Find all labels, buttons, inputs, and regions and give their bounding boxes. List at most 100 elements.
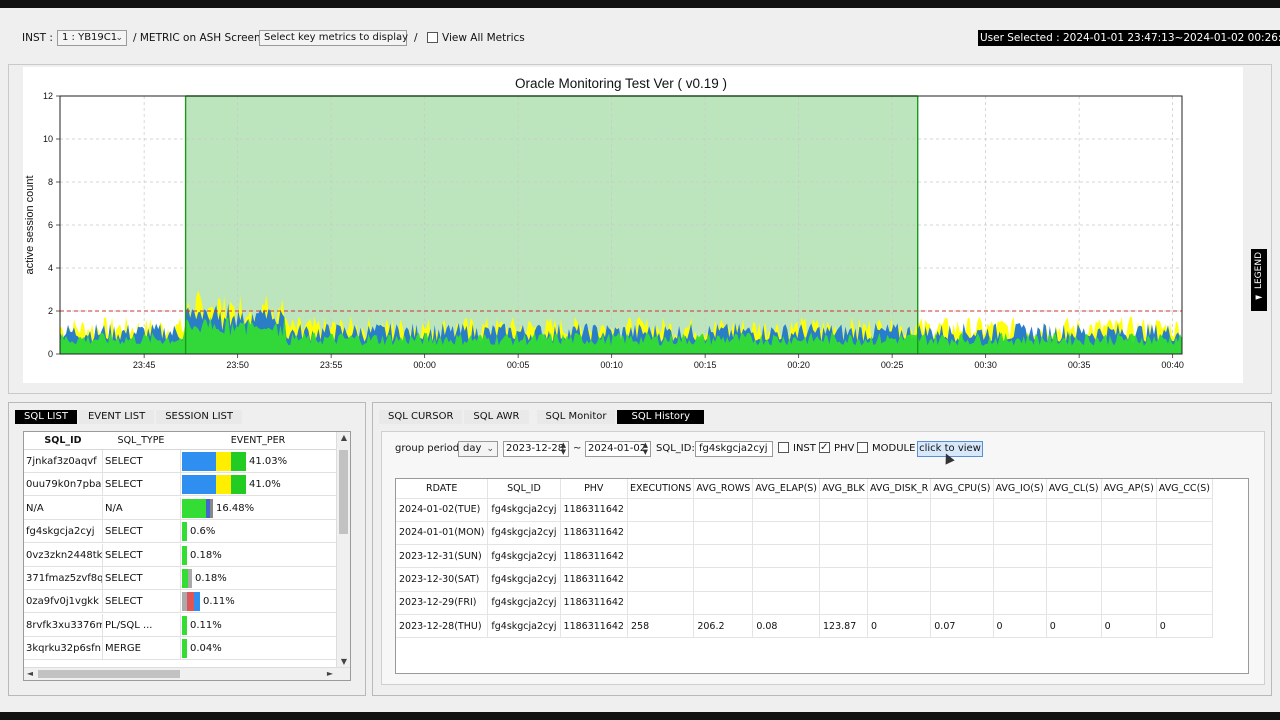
history-header-cell[interactable]: AVG_CL(S) [1046, 479, 1102, 499]
y-tick-label: 12 [43, 91, 53, 101]
sql-list-row[interactable]: 0uu79k0n7pbaq SELECT 41.0% [24, 473, 336, 497]
history-header-cell[interactable]: AVG_BLK [819, 479, 869, 499]
event-bar-segment [216, 452, 231, 471]
tab-sql-list[interactable]: SQL LIST [15, 410, 77, 424]
history-row[interactable]: 2024-01-01(MON) fg4skgcja2cyj 1186311642 [396, 521, 1214, 546]
sql-list-row[interactable]: 8rvfk3xu3376m PL/SQL ... 0.11% [24, 613, 336, 637]
tab-sql-cursor[interactable]: SQL CURSOR [379, 410, 463, 424]
inst-select-value: 1 : YB19C1 [62, 32, 118, 43]
phv-checkbox[interactable]: PHV [819, 440, 854, 457]
cell-divider [102, 450, 103, 473]
history-header-row: RDATE SQL_ID PHV EXECUTIONS AVG_ROWS AVG_ELAP… [396, 479, 1214, 499]
history-header-cell[interactable]: AVG_ELAP(S) [752, 479, 821, 499]
tab-sql-monitor[interactable]: SQL Monitor [536, 410, 616, 424]
sql-id-cell: 371fmaz5zvf8q [26, 573, 102, 584]
x-tick-label: 23:45 [133, 360, 156, 370]
history-row[interactable]: 2023-12-29(FRI) fg4skgcja2cyj 1186311642 [396, 591, 1214, 615]
history-cell: 0 [993, 614, 1047, 639]
horizontal-scrollbar[interactable]: ◄ ► [24, 667, 350, 680]
sql-list-row[interactable]: 3kqrku32p6sfn MERGE 0.04% [24, 637, 336, 661]
scroll-right-icon[interactable]: ► [324, 668, 336, 680]
history-cell: fg4skgcja2cyj [487, 521, 561, 546]
event-bar-segment [182, 475, 216, 495]
history-header-cell[interactable]: PHV [560, 479, 628, 499]
sql-type-cell: SELECT [105, 479, 143, 491]
history-header-cell[interactable]: RDATE [396, 479, 489, 499]
cell-divider [102, 567, 103, 590]
scroll-left-icon[interactable]: ◄ [24, 668, 36, 680]
from-date-spinner[interactable]: 2023-12-28 ▲ ▼ [503, 441, 569, 457]
tab-session-list[interactable]: SESSION LIST [156, 410, 243, 424]
checkbox-icon [427, 32, 438, 43]
tab-event-list[interactable]: EVENT LIST [78, 410, 155, 424]
event-bar-segment [182, 639, 187, 659]
inst-checkbox[interactable]: INST [778, 441, 816, 457]
scroll-up-icon[interactable]: ▲ [337, 432, 350, 444]
header-sql-id[interactable]: SQL_ID [24, 432, 102, 450]
history-header-cell[interactable]: AVG_CPU(S) [930, 479, 994, 499]
cell-divider [102, 543, 103, 567]
sql-type-cell: MERGE [105, 643, 141, 655]
view-all-metrics-checkbox[interactable]: View All Metrics [427, 30, 525, 46]
history-header-cell[interactable]: AVG_CC(S) [1156, 479, 1214, 499]
ash-chart[interactable]: Oracle Monitoring Test Ver ( v0.19 ) acti… [23, 67, 1243, 383]
sql-list-row[interactable]: 7jnkaf3z0aqvf SELECT 41.03% [24, 450, 336, 473]
history-cell: 2023-12-30(SAT) [396, 567, 489, 592]
chart-area[interactable]: Oracle Monitoring Test Ver ( v0.19 ) acti… [23, 67, 1243, 383]
sql-list-row[interactable]: 371fmaz5zvf8q SELECT 0.18% [24, 567, 336, 590]
x-tick-label: 00:15 [694, 360, 717, 370]
sql-list-row[interactable]: 0vz3zkn2448tk SELECT 0.18% [24, 543, 336, 567]
sql-list-row[interactable]: N/A N/A 16.48% [24, 496, 336, 520]
inst-select[interactable]: 1 : YB19C1 ⌄ [57, 30, 127, 46]
x-tick-label: 00:25 [881, 360, 904, 370]
legend-toggle[interactable]: ◄ LEGEND [1251, 249, 1267, 311]
history-cell: 0.08 [752, 614, 821, 639]
chevron-down-icon: ⌄ [395, 33, 403, 43]
event-per-value: 0.18% [190, 549, 222, 561]
sql-id-cell: 0za9fv0j1vgkk [26, 596, 99, 608]
history-row[interactable]: 2023-12-30(SAT) fg4skgcja2cyj 1186311642 [396, 567, 1214, 592]
scroll-thumb[interactable] [339, 450, 348, 534]
history-row[interactable]: 2023-12-31(SUN) fg4skgcja2cyj 1186311642 [396, 544, 1214, 569]
history-cell: 0 [1046, 614, 1102, 639]
cell-divider [102, 520, 103, 544]
history-cell [1046, 521, 1102, 546]
history-cell [819, 521, 869, 546]
history-cell [627, 521, 695, 546]
sql-list-row[interactable]: 0za9fv0j1vgkk SELECT 0.11% [24, 590, 336, 614]
vertical-scrollbar[interactable]: ▲ ▼ [336, 432, 350, 668]
to-date-spinner[interactable]: 2024-01-02 ▲ ▼ [585, 441, 651, 457]
tab-sql-awr[interactable]: SQL AWR [464, 410, 529, 424]
metric-select[interactable]: Select key metrics to display ⌄ [259, 30, 408, 46]
history-header-cell[interactable]: EXECUTIONS [627, 479, 695, 499]
header-event-per[interactable]: EVENT_PER [180, 432, 336, 450]
history-cell: 2023-12-29(FRI) [396, 591, 489, 615]
history-cell: fg4skgcja2cyj [487, 591, 561, 615]
history-header-cell[interactable]: AVG_AP(S) [1101, 479, 1157, 499]
sql-list-row[interactable]: fg4skgcja2cyj SELECT 0.6% [24, 520, 336, 544]
cell-divider [102, 496, 103, 520]
history-header-cell[interactable]: SQL_ID [487, 479, 561, 499]
history-header-cell[interactable]: AVG_DISK_R [867, 479, 932, 499]
history-cell [1101, 544, 1157, 569]
scroll-thumb[interactable] [38, 670, 180, 678]
event-bar-segment [182, 545, 187, 565]
sql-id-cell: 8rvfk3xu3376m [26, 619, 102, 631]
history-cell [693, 521, 754, 546]
history-header-cell[interactable]: AVG_ROWS [693, 479, 754, 499]
event-per-value: 0.18% [195, 573, 227, 584]
event-per-bar [182, 639, 187, 659]
header-sql-type[interactable]: SQL_TYPE [102, 432, 180, 450]
history-cell [867, 544, 932, 569]
history-row[interactable]: 2024-01-02(TUE) fg4skgcja2cyj 1186311642 [396, 498, 1214, 522]
history-cell: 1186311642 [560, 521, 628, 546]
spinner-arrows-icon[interactable]: ▲ ▼ [561, 442, 566, 456]
history-header-cell[interactable]: AVG_IO(S) [993, 479, 1047, 499]
tab-sql-history[interactable]: SQL History [617, 410, 705, 424]
event-bar-segment [182, 615, 187, 635]
spinner-arrows-icon[interactable]: ▲ ▼ [643, 442, 648, 456]
sql-id-input[interactable]: fg4skgcja2cyj [695, 441, 773, 457]
history-row[interactable]: 2023-12-28(THU) fg4skgcja2cyj 1186311642 25… [396, 614, 1214, 639]
group-period-select[interactable]: day ⌄ [458, 441, 498, 457]
module-checkbox[interactable]: MODULE [857, 441, 915, 457]
